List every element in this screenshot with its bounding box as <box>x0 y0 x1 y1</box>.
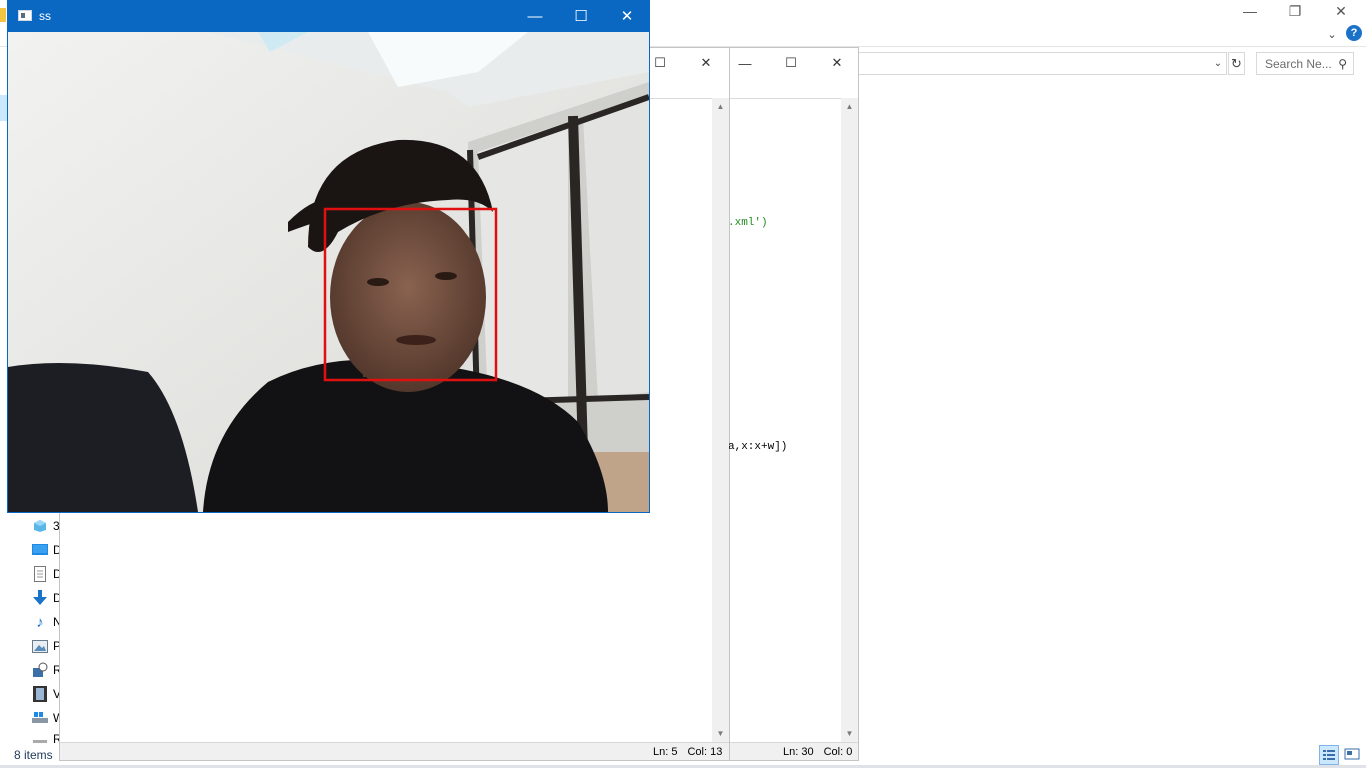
code-line: a,x:x+w]) <box>728 441 788 453</box>
search-input[interactable]: Search Ne... ⚲ <box>1256 52 1354 75</box>
scroll-up-icon[interactable]: ▲ <box>712 98 729 115</box>
maximize-icon[interactable]: ☐ <box>781 54 801 72</box>
close-icon[interactable]: ✕ <box>696 54 716 72</box>
3d-objects-icon <box>32 518 48 534</box>
column-indicator: Col: 13 <box>687 745 723 758</box>
close-icon[interactable]: ✕ <box>1318 0 1364 22</box>
nav-item-downloads[interactable]: D <box>32 588 62 608</box>
minimize-icon[interactable]: — <box>735 54 755 72</box>
nav-item-documents[interactable]: D <box>32 564 62 584</box>
chevron-down-icon[interactable]: ⌄ <box>1322 26 1342 42</box>
close-icon[interactable]: ✕ <box>604 1 650 31</box>
scroll-up-icon[interactable]: ▲ <box>841 98 858 115</box>
recent-icon <box>32 662 48 678</box>
nav-item-music[interactable]: ♪ N <box>32 612 61 632</box>
refresh-button[interactable]: ↻ <box>1228 52 1245 75</box>
local-disk-icon <box>32 710 48 726</box>
search-icon: ⚲ <box>1338 57 1347 71</box>
close-icon[interactable]: ✕ <box>827 54 847 72</box>
large-icons-view-icon[interactable] <box>1343 745 1361 763</box>
webcam-titlebar[interactable]: ss — ☐ ✕ <box>8 1 649 31</box>
videos-icon <box>32 686 48 702</box>
editor2-vertical-scrollbar[interactable]: ▲ ▼ <box>841 98 858 742</box>
webcam-frame <box>8 32 649 512</box>
minimize-icon[interactable]: — <box>1227 0 1273 22</box>
folder-icon <box>0 8 6 22</box>
line-indicator: Ln: 30 <box>783 745 814 758</box>
downloads-icon <box>32 590 48 606</box>
restore-icon[interactable]: ❐ <box>1272 0 1318 22</box>
text-editor-window-2: — ☐ ✕ ▲ ▼ Ln: 30 Col: 0 <box>728 47 859 761</box>
documents-icon <box>32 566 48 582</box>
line-indicator: Ln: 5 <box>653 745 678 758</box>
nav-item-desktop[interactable]: D <box>32 540 62 560</box>
editor2-titlebar[interactable]: — ☐ ✕ <box>729 48 858 100</box>
nav-item-drive[interactable]: R <box>32 732 62 746</box>
camera-image <box>8 32 649 512</box>
music-icon: ♪ <box>36 613 44 631</box>
code-line: .xml') <box>728 217 768 229</box>
pictures-icon <box>32 638 48 654</box>
window-title: ss <box>39 9 51 23</box>
webcam-preview-window: ss — ☐ ✕ <box>7 0 650 513</box>
details-view-icon[interactable] <box>1319 745 1339 765</box>
editor1-status-bar: Ln: 5 Col: 13 <box>60 742 729 760</box>
minimize-icon[interactable]: — <box>512 1 558 31</box>
address-bar[interactable] <box>858 52 1227 75</box>
desktop-icon <box>32 542 48 558</box>
scroll-down-icon[interactable]: ▼ <box>712 725 729 742</box>
address-dropdown-icon[interactable]: ⌄ <box>1210 55 1226 71</box>
search-placeholder: Search Ne... <box>1265 56 1332 71</box>
nav-item-videos[interactable]: V <box>32 684 61 704</box>
editor2-status-bar: Ln: 30 Col: 0 <box>729 742 858 760</box>
maximize-icon[interactable]: ☐ <box>558 1 604 31</box>
navigation-pane: 3 D D D ♪ N P R V R <box>0 512 64 768</box>
maximize-icon[interactable]: ☐ <box>650 54 670 72</box>
nav-item-pictures[interactable]: P <box>32 636 61 656</box>
app-window-icon <box>18 10 32 21</box>
editor2-text-area[interactable] <box>729 98 841 742</box>
nav-item-3d-objects[interactable]: 3 <box>32 516 60 536</box>
drive-icon <box>32 732 48 746</box>
nav-item-recent[interactable]: R <box>32 660 62 680</box>
scroll-down-icon[interactable]: ▼ <box>841 725 858 742</box>
help-icon[interactable]: ? <box>1346 25 1362 41</box>
status-item-count: 8 items <box>14 748 53 762</box>
column-indicator: Col: 0 <box>823 745 853 758</box>
editor1-vertical-scrollbar[interactable]: ▲ ▼ <box>712 98 729 742</box>
